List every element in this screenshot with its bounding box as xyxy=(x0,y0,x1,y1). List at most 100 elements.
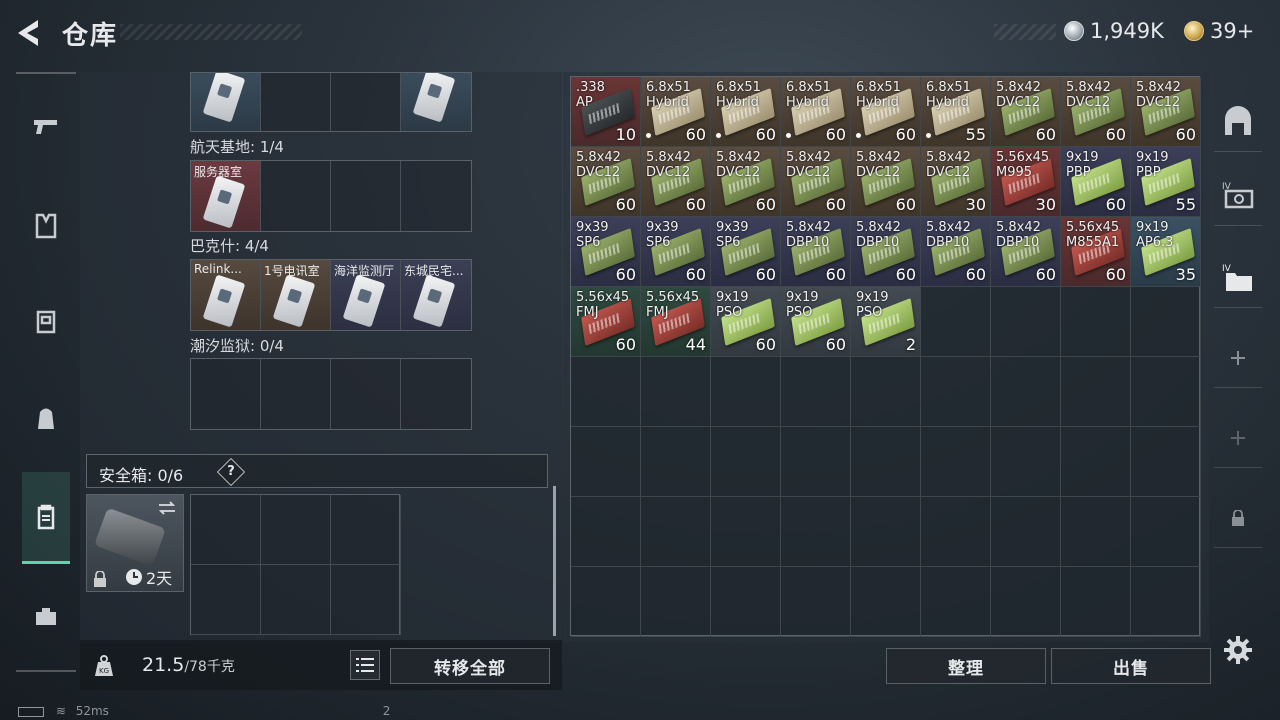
list-view-button[interactable] xyxy=(350,650,380,680)
stash-slot[interactable] xyxy=(711,497,781,567)
ammo-item[interactable]: 5.8x42 DVC12 60 xyxy=(711,147,781,217)
stash-slot[interactable] xyxy=(711,357,781,427)
keycard-slot[interactable] xyxy=(261,359,331,429)
ammo-item[interactable]: 6.8x51 Hybrid 60 xyxy=(851,77,921,147)
ammo-item[interactable]: 6.8x51 Hybrid 55 xyxy=(921,77,991,147)
ammo-item[interactable]: 5.56x45 FMJ 44 xyxy=(641,287,711,357)
stash-slot[interactable] xyxy=(641,567,711,637)
left-scrollbar[interactable] xyxy=(553,486,556,636)
keycard-slot[interactable] xyxy=(331,359,401,429)
stash-slot[interactable] xyxy=(1061,497,1131,567)
keycard-slot[interactable] xyxy=(261,73,331,131)
ammo-item[interactable]: 9x19 PSO 2 xyxy=(851,287,921,357)
stash-tab-main[interactable] xyxy=(1214,92,1262,152)
stash-slot[interactable] xyxy=(641,357,711,427)
ammo-item[interactable]: 9x39 SP6 60 xyxy=(711,217,781,287)
stash-tab-iv-2[interactable]: IV xyxy=(1214,248,1262,308)
stash-slot[interactable] xyxy=(781,567,851,637)
safe-case-item[interactable]: 2天 xyxy=(86,494,184,592)
tab-armor[interactable] xyxy=(22,298,70,346)
sort-button[interactable]: 整理 xyxy=(886,648,1046,684)
keycard-slot[interactable] xyxy=(331,73,401,131)
back-arrow-icon[interactable] xyxy=(14,16,44,50)
stash-slot[interactable] xyxy=(781,497,851,567)
stash-slot[interactable] xyxy=(571,427,641,497)
stash-slot[interactable] xyxy=(991,497,1061,567)
gold-currency[interactable]: 39+ xyxy=(1184,19,1254,43)
ammo-item[interactable]: 5.8x42 DVC12 60 xyxy=(991,77,1061,147)
add-stash-tab[interactable] xyxy=(1214,408,1262,468)
keycard-slot[interactable] xyxy=(261,161,331,231)
ammo-item[interactable]: 9x19 PBP 60 xyxy=(1061,147,1131,217)
stash-slot[interactable] xyxy=(1131,427,1201,497)
ammo-item[interactable]: 5.56x45 M855A1 60 xyxy=(1061,217,1131,287)
stash-slot[interactable] xyxy=(921,357,991,427)
stash-slot[interactable] xyxy=(991,427,1061,497)
keycard-slot[interactable]: 海洋监测厅 xyxy=(331,260,401,330)
ammo-item[interactable]: 9x19 PSO 60 xyxy=(711,287,781,357)
stash-slot[interactable] xyxy=(571,357,641,427)
gear-icon[interactable] xyxy=(1222,634,1254,666)
stash-slot[interactable] xyxy=(1061,427,1131,497)
stash-slot[interactable] xyxy=(921,497,991,567)
ammo-item[interactable]: 5.8x42 DVC12 60 xyxy=(571,147,641,217)
ammo-item[interactable]: 5.8x42 DBP10 60 xyxy=(781,217,851,287)
safe-slot[interactable] xyxy=(191,495,261,565)
stash-slot[interactable] xyxy=(641,427,711,497)
tab-weapons[interactable] xyxy=(22,102,70,150)
stash-slot[interactable] xyxy=(781,357,851,427)
stash-slot[interactable] xyxy=(851,497,921,567)
ammo-item[interactable]: 5.8x42 DVC12 60 xyxy=(641,147,711,217)
keycard-slot[interactable] xyxy=(401,73,471,131)
safe-slot[interactable] xyxy=(331,495,401,565)
ammo-item[interactable]: 5.8x42 DVC12 60 xyxy=(1061,77,1131,147)
keycard-slot[interactable] xyxy=(401,161,471,231)
ammo-item[interactable]: 9x19 PBP 55 xyxy=(1131,147,1201,217)
stash-slot[interactable] xyxy=(711,567,781,637)
add-stash-tab[interactable] xyxy=(1214,328,1262,388)
stash-slot[interactable] xyxy=(851,567,921,637)
stash-slot[interactable] xyxy=(1131,357,1201,427)
ammo-item[interactable]: 9x19 PSO 60 xyxy=(781,287,851,357)
keycard-slot[interactable] xyxy=(191,359,261,429)
stash-slot[interactable] xyxy=(921,567,991,637)
ammo-item[interactable]: 5.56x45 M995 30 xyxy=(991,147,1061,217)
ammo-item[interactable]: 5.8x42 DBP10 60 xyxy=(851,217,921,287)
keycard-slot[interactable] xyxy=(191,73,261,131)
stash-slot[interactable] xyxy=(851,357,921,427)
ammo-item[interactable]: 5.8x42 DVC12 60 xyxy=(1131,77,1201,147)
stash-slot[interactable] xyxy=(571,567,641,637)
keycard-slot[interactable] xyxy=(401,359,471,429)
stash-slot[interactable] xyxy=(1061,287,1131,357)
stash-slot[interactable] xyxy=(1061,567,1131,637)
stash-slot[interactable] xyxy=(641,497,711,567)
stash-slot[interactable] xyxy=(991,567,1061,637)
stash-slot[interactable] xyxy=(781,427,851,497)
ammo-item[interactable]: 5.8x42 DVC12 60 xyxy=(851,147,921,217)
stash-slot[interactable] xyxy=(1131,287,1201,357)
ammo-item[interactable]: 5.56x45 FMJ 60 xyxy=(571,287,641,357)
safe-slot[interactable] xyxy=(191,565,261,635)
sell-button[interactable]: 出售 xyxy=(1051,648,1211,684)
ammo-item[interactable]: 6.8x51 Hybrid 60 xyxy=(711,77,781,147)
safe-slot[interactable] xyxy=(261,565,331,635)
ammo-item[interactable]: 6.8x51 Hybrid 60 xyxy=(781,77,851,147)
stash-slot[interactable] xyxy=(571,497,641,567)
stash-slot[interactable] xyxy=(1131,567,1201,637)
ammo-item[interactable]: 5.8x42 DVC12 60 xyxy=(781,147,851,217)
ammo-item[interactable]: .338 AP 10 xyxy=(571,77,641,147)
silver-currency[interactable]: 1,949K xyxy=(1064,19,1164,43)
ammo-item[interactable]: 9x39 SP6 60 xyxy=(641,217,711,287)
stash-slot[interactable] xyxy=(711,427,781,497)
tab-backpack[interactable] xyxy=(22,394,70,442)
safe-slot[interactable] xyxy=(261,495,331,565)
transfer-all-button[interactable]: 转移全部 xyxy=(390,648,550,684)
ammo-item[interactable]: 9x19 AP6.3 35 xyxy=(1131,217,1201,287)
ammo-item[interactable]: 6.8x51 Hybrid 60 xyxy=(641,77,711,147)
stash-slot[interactable] xyxy=(991,287,1061,357)
keycard-slot[interactable] xyxy=(331,161,401,231)
stash-slot[interactable] xyxy=(921,427,991,497)
stash-slot[interactable] xyxy=(991,357,1061,427)
keycard-slot[interactable]: 服务器室 xyxy=(191,161,261,231)
stash-slot[interactable] xyxy=(1131,497,1201,567)
